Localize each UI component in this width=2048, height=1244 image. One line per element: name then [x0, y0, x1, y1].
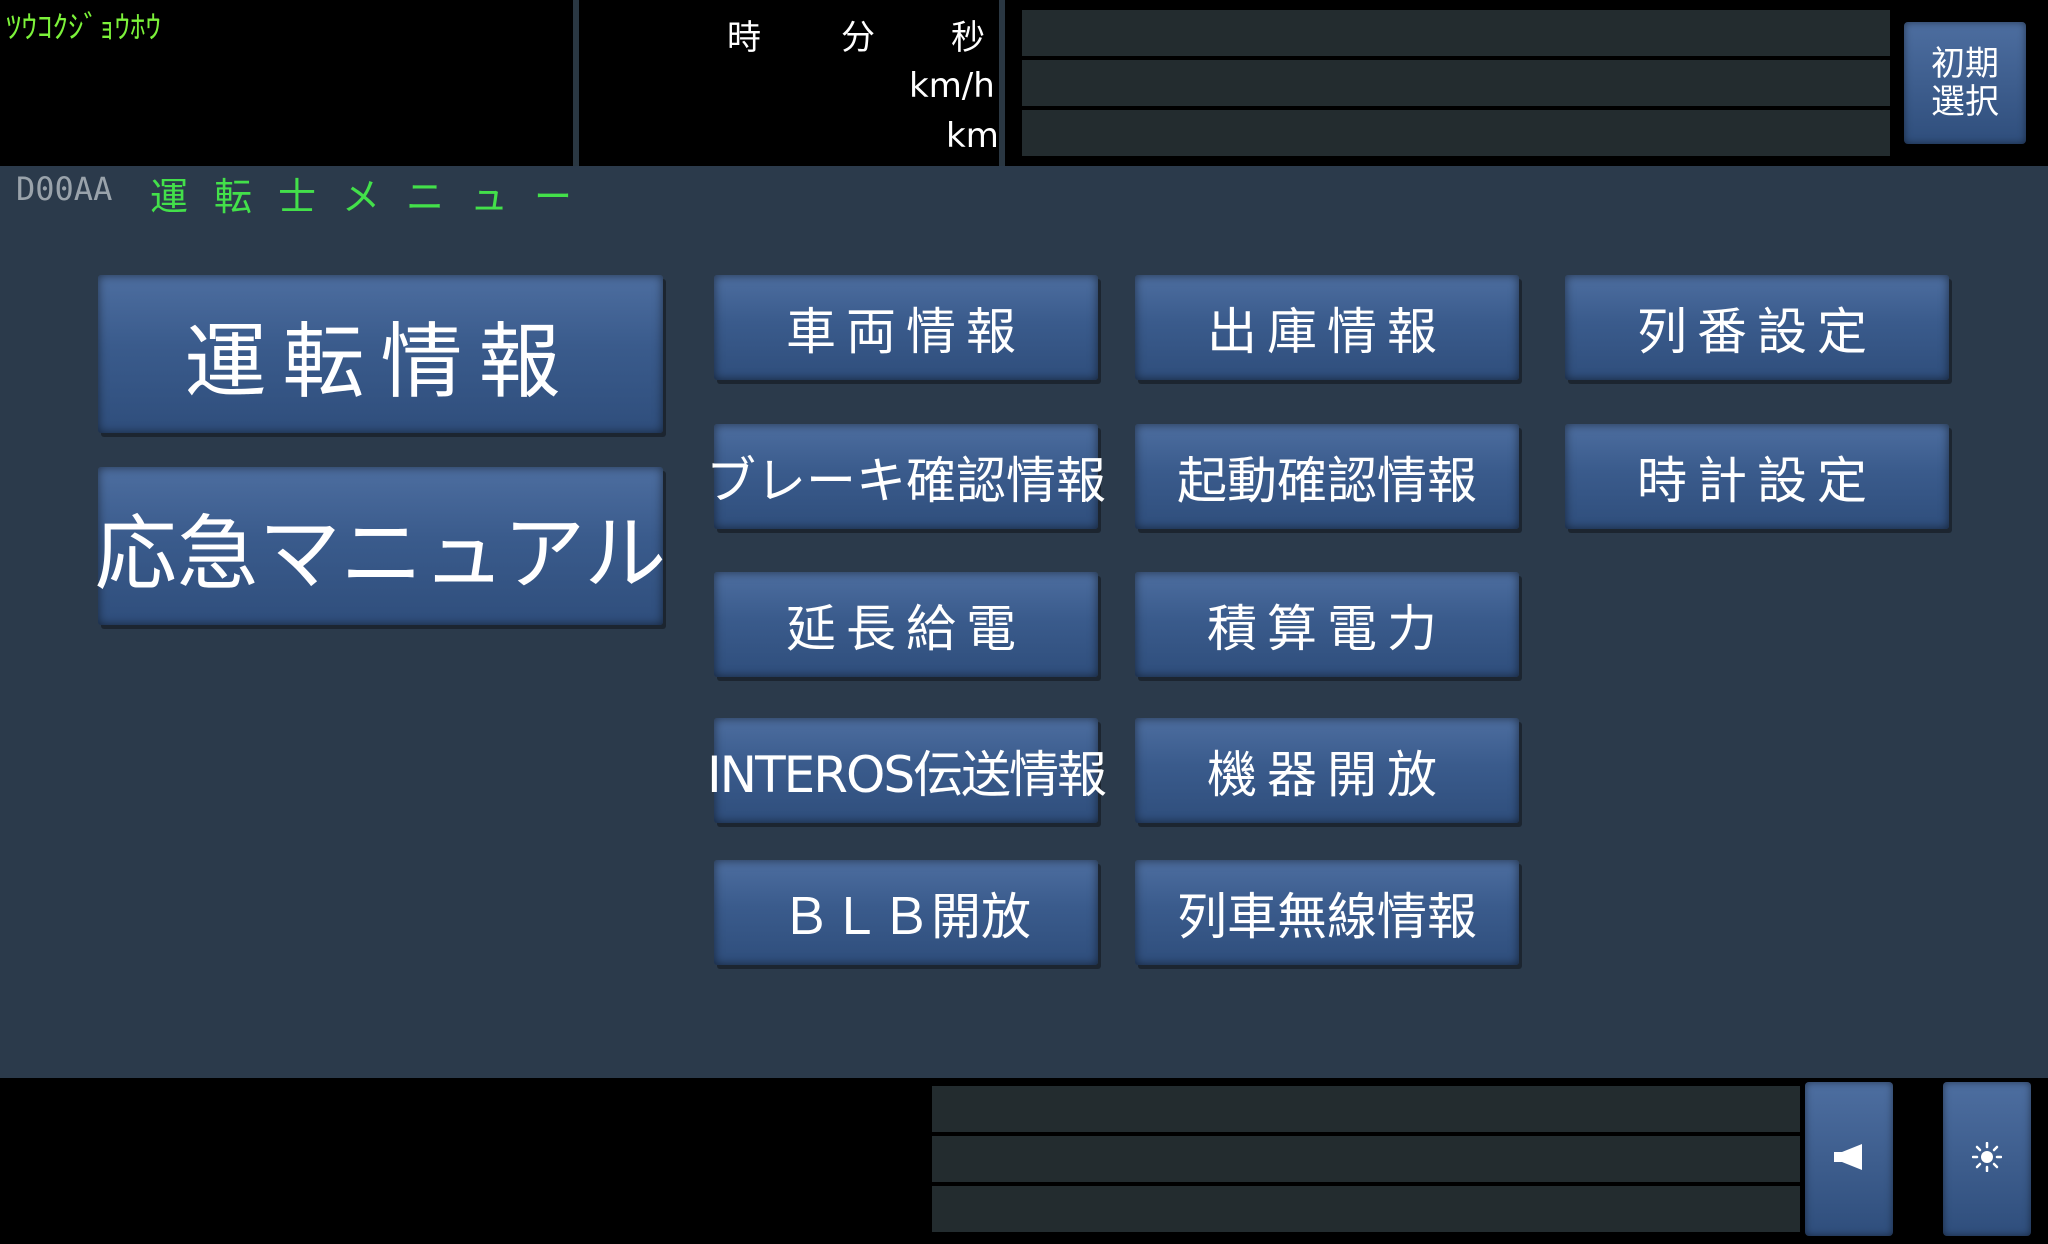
second-label: 秒 — [951, 18, 985, 58]
train-radio-info-button[interactable]: 列車無線情報 — [1135, 860, 1519, 965]
footer-bar-2 — [932, 1136, 1800, 1182]
init-select-button[interactable]: 初期 選択 — [1904, 22, 2026, 144]
horn-icon — [1832, 1142, 1866, 1176]
message-bar-1 — [1022, 10, 1890, 56]
vehicle-info-button[interactable]: 車両情報 — [714, 275, 1098, 380]
blb-open-button[interactable]: ＢＬＢ開放 — [714, 860, 1098, 965]
train-number-setting-button[interactable]: 列番設定 — [1565, 275, 1949, 380]
message-bar-3 — [1022, 110, 1890, 156]
clock-setting-button[interactable]: 時計設定 — [1565, 424, 1949, 529]
brake-check-info-button[interactable]: ブレーキ確認情報 — [706, 424, 1106, 529]
distance-unit: km — [946, 116, 999, 156]
horn-button[interactable] — [1805, 1082, 1893, 1236]
depot-info-button[interactable]: 出庫情報 — [1135, 275, 1519, 380]
time-speed-panel: 時 分 秒 km/h km — [579, 0, 999, 166]
screen-title: 運転士メニュー — [150, 175, 599, 219]
footer-bar-1 — [932, 1086, 1800, 1132]
interos-info-button[interactable]: INTEROS伝送情報 — [707, 718, 1107, 823]
status-text: ﾂｳｺｸｼﾞｮｳﾎｳ — [6, 10, 161, 46]
hour-label: 時 — [727, 18, 761, 58]
extension-power-button[interactable]: 延長給電 — [714, 572, 1098, 677]
integrated-power-button[interactable]: 積算電力 — [1135, 572, 1519, 677]
brightness-button[interactable] — [1943, 1082, 2031, 1236]
message-bar-2 — [1022, 60, 1890, 106]
minute-label: 分 — [841, 18, 875, 58]
speed-unit: km/h — [909, 66, 995, 106]
emergency-manual-button[interactable]: 応急マニュアル — [95, 467, 666, 625]
brightness-icon — [1971, 1141, 2003, 1176]
footer-bar-3 — [932, 1186, 1800, 1232]
status-panel: ﾂｳｺｸｼﾞｮｳﾎｳ — [0, 0, 573, 166]
startup-check-info-button[interactable]: 起動確認情報 — [1135, 424, 1519, 529]
screen-id: D00AA — [16, 170, 113, 208]
driving-info-button[interactable]: 運転情報 — [98, 275, 663, 433]
equipment-open-button[interactable]: 機器開放 — [1135, 718, 1519, 823]
